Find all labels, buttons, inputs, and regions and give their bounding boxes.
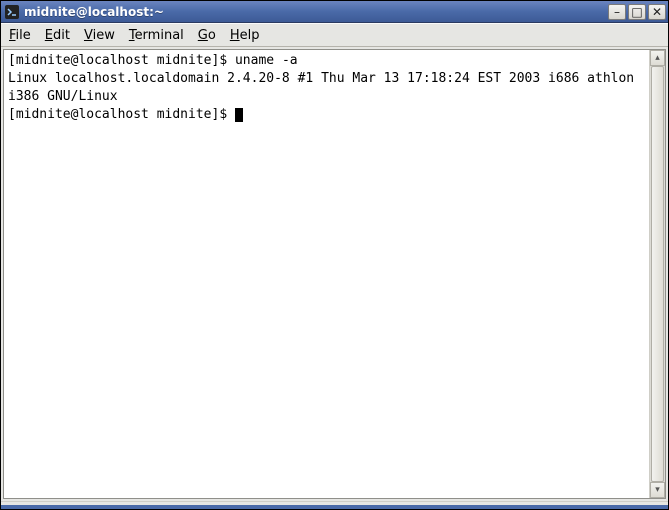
scrollbar-track[interactable] bbox=[650, 66, 665, 482]
terminal-window: midnite@localhost:~ – □ ✕ File Edit View… bbox=[0, 0, 669, 510]
window-title: midnite@localhost:~ bbox=[24, 5, 608, 19]
menubar: File Edit View Terminal Go Help bbox=[1, 23, 668, 47]
maximize-button[interactable]: □ bbox=[628, 4, 646, 20]
chevron-up-icon: ▴ bbox=[655, 53, 660, 63]
prompt-1: [midnite@localhost midnite]$ bbox=[8, 53, 235, 68]
titlebar-buttons: – □ ✕ bbox=[608, 4, 666, 20]
close-button[interactable]: ✕ bbox=[648, 4, 666, 20]
menu-go[interactable]: Go bbox=[198, 28, 216, 43]
titlebar[interactable]: midnite@localhost:~ – □ ✕ bbox=[1, 1, 668, 23]
close-icon: ✕ bbox=[652, 5, 662, 19]
terminal-app-icon bbox=[4, 4, 20, 20]
minimize-icon: – bbox=[614, 5, 620, 19]
content-area: [midnite@localhost midnite]$ uname -a Li… bbox=[1, 47, 668, 501]
scrollbar-thumb[interactable] bbox=[651, 66, 664, 482]
maximize-icon: □ bbox=[631, 5, 642, 19]
statusbar bbox=[1, 501, 668, 509]
menu-help[interactable]: Help bbox=[230, 28, 260, 43]
scroll-down-button[interactable]: ▾ bbox=[650, 482, 665, 498]
menu-view[interactable]: View bbox=[84, 28, 115, 43]
prompt-2: [midnite@localhost midnite]$ bbox=[8, 107, 235, 122]
terminal-icon bbox=[5, 5, 19, 19]
cursor bbox=[235, 108, 243, 122]
terminal-frame: [midnite@localhost midnite]$ uname -a Li… bbox=[3, 49, 666, 499]
vertical-scrollbar[interactable]: ▴ ▾ bbox=[649, 50, 665, 498]
minimize-button[interactable]: – bbox=[608, 4, 626, 20]
scroll-up-button[interactable]: ▴ bbox=[650, 50, 665, 66]
chevron-down-icon: ▾ bbox=[655, 485, 660, 495]
terminal-output[interactable]: [midnite@localhost midnite]$ uname -a Li… bbox=[4, 50, 649, 498]
command-1: uname -a bbox=[235, 53, 298, 68]
output-line-1: Linux localhost.localdomain 2.4.20-8 #1 … bbox=[8, 71, 642, 104]
menu-edit[interactable]: Edit bbox=[45, 28, 70, 43]
menu-terminal[interactable]: Terminal bbox=[129, 28, 184, 43]
menu-file[interactable]: File bbox=[9, 28, 31, 43]
